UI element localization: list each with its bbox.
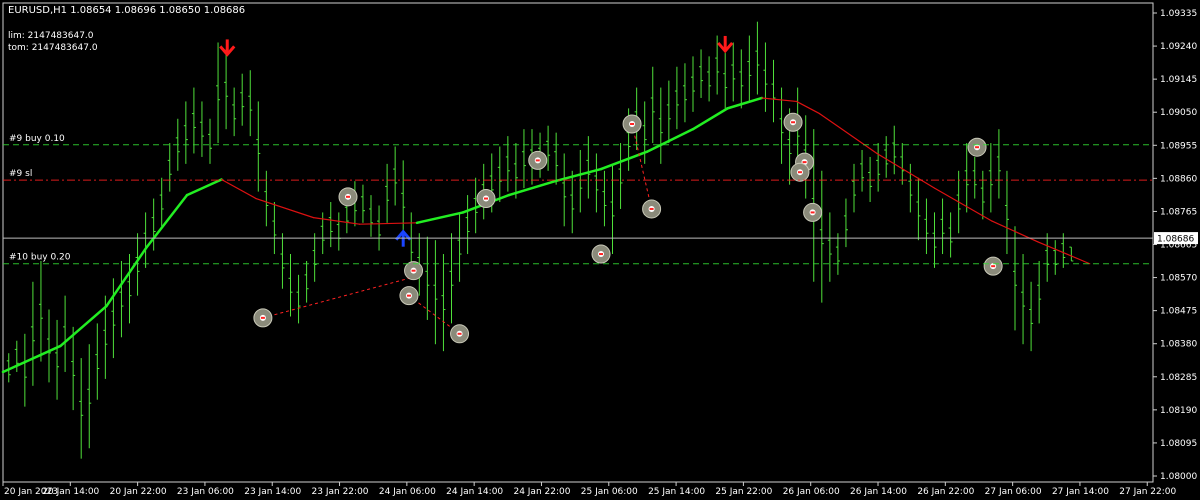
price-tick-label: 1.08380 — [1160, 340, 1197, 350]
ma-segment — [933, 187, 993, 222]
time-tick-label: 24 Jan 14:00 — [446, 487, 503, 497]
time-tick-label: 27 Jan 22:00 — [1119, 487, 1176, 497]
trade-circle-8-mark — [599, 253, 603, 256]
ma-segment — [255, 197, 315, 219]
time-tick-label: 25 Jan 22:00 — [715, 487, 772, 497]
ma-segment — [220, 178, 257, 200]
price-tick-label: 1.08000 — [1160, 472, 1197, 482]
price-tick-label: 1.08285 — [1160, 373, 1197, 383]
price-tick-label: 1.09240 — [1160, 42, 1197, 52]
time-tick-label: 27 Jan 14:00 — [1052, 487, 1109, 497]
trade-circle-7-mark — [535, 159, 540, 162]
price-tick-label: 1.08955 — [1160, 141, 1197, 151]
ma-segment — [312, 217, 361, 225]
ma-segment — [726, 96, 764, 110]
price-tick-label: 1.08570 — [1160, 274, 1197, 284]
price-tick-label: 1.09335 — [1160, 9, 1197, 19]
price-tick-label: 1.08765 — [1160, 207, 1197, 217]
time-tick-label: 25 Jan 14:00 — [648, 487, 705, 497]
time-tick-label: 23 Jan 14:00 — [244, 487, 301, 497]
price-axis[interactable]: 1.09335 1.09240 1.09145 1.09050 1.08955 1.088… — [1153, 9, 1198, 482]
ma-segment — [761, 97, 798, 103]
trade-circle-10-mark — [649, 207, 654, 210]
trade-circle-3-mark — [406, 294, 411, 297]
order-level-label: #9 sl — [9, 169, 32, 179]
symbol-info: EURUSD,H1 1.08654 1.08696 1.08650 1.0868… — [8, 5, 245, 16]
ma-segment — [185, 178, 223, 197]
price-tick-label: 1.08190 — [1160, 406, 1197, 416]
ma-segment — [358, 222, 418, 225]
time-tick-label: 23 Jan 06:00 — [177, 487, 234, 497]
ma-segment — [1, 344, 62, 374]
trade-circle-16-mark — [991, 265, 996, 268]
time-tick-label: 23 Jan 22:00 — [312, 487, 369, 497]
tom-label: tom: 2147483647.0 — [8, 43, 98, 53]
plot-border — [2, 2, 1154, 483]
current-price-label: 1.08686 — [1157, 235, 1194, 245]
time-tick-label: 24 Jan 06:00 — [379, 487, 436, 497]
price-tick-label: 1.09050 — [1160, 108, 1197, 118]
price-tick-label: 1.08475 — [1160, 307, 1197, 317]
time-axis[interactable]: 20 Jan 202320 Jan 14:00 20 Jan 22:00 23 Ja… — [2, 482, 1177, 497]
time-tick-label: 20 Jan 22:00 — [110, 487, 167, 497]
ma-segment — [105, 245, 148, 308]
trade-link — [262, 277, 410, 319]
trade-circle-9-mark — [630, 122, 635, 125]
time-tick-label: 25 Jan 06:00 — [581, 487, 638, 497]
trade-circle-11-mark — [791, 121, 796, 124]
trade-circle-12-mark — [802, 161, 807, 164]
trade-circle-14-mark — [810, 211, 815, 214]
price-chart[interactable]: #9 buy 0.10#9 sl#10 buy 0.20 1.093351.09… — [0, 0, 1200, 500]
trade-link — [631, 123, 653, 210]
trade-circle-2-mark — [346, 195, 350, 198]
chart-window[interactable]: #9 buy 0.10 #9 sl #10 buy 0.20 1.09335 1.09… — [0, 0, 1200, 500]
ma-segment — [145, 193, 189, 249]
time-tick-label: 27 Jan 06:00 — [985, 487, 1042, 497]
plot-area[interactable] — [1, 2, 1154, 483]
ma-segment — [691, 107, 729, 131]
ma-segment — [59, 304, 108, 348]
time-tick-label: 26 Jan 14:00 — [850, 487, 907, 497]
price-tick-label: 1.09145 — [1160, 75, 1197, 85]
ma-segment — [795, 100, 821, 115]
order-level-label: #10 buy 0.20 — [9, 253, 71, 263]
price-tick-label: 1.08860 — [1160, 174, 1197, 184]
trade-circle-5-mark — [457, 332, 462, 335]
trade-circle-6-mark — [484, 197, 488, 200]
time-tick-label: 20 Jan 14:00 — [42, 487, 99, 497]
ma-segment — [645, 127, 695, 153]
ma-segment — [553, 167, 603, 183]
price-tick-label: 1.08095 — [1160, 439, 1197, 449]
lim-label: lim: 2147483647.0 — [8, 31, 94, 41]
time-tick-label: 26 Jan 06:00 — [783, 487, 840, 497]
ma-segment — [876, 152, 936, 189]
order-level-label: #9 buy 0.10 — [9, 134, 65, 144]
trade-circle-13-mark — [797, 171, 802, 174]
trade-circle-4-mark — [411, 269, 416, 272]
time-tick-label: 24 Jan 22:00 — [513, 487, 570, 497]
time-tick-label: 26 Jan 22:00 — [917, 487, 974, 497]
ma-segment — [818, 112, 878, 155]
ma-segment — [415, 211, 465, 225]
trade-circle-15-mark — [975, 146, 980, 149]
trade-circle-1-mark — [260, 316, 265, 319]
ma-segment — [1037, 241, 1091, 265]
